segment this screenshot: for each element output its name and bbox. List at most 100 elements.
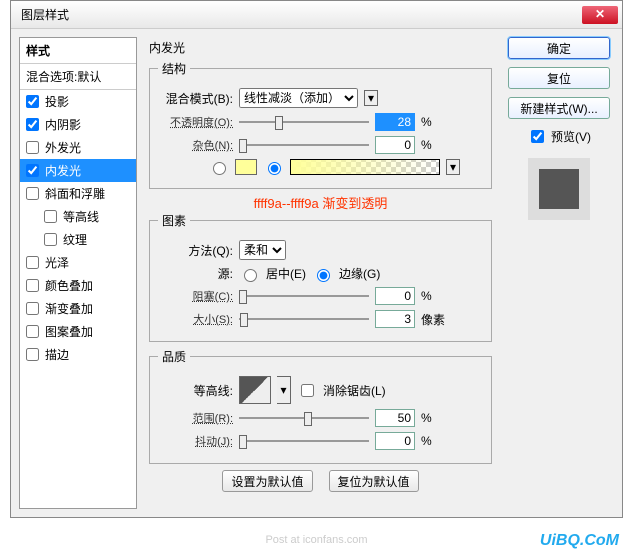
sidebar-item-label: 渐变叠加	[45, 300, 93, 317]
elements-legend: 图素	[158, 212, 190, 229]
source-center-radio[interactable]	[244, 269, 257, 282]
chevron-down-icon[interactable]: ▾	[364, 90, 378, 106]
sidebar-item[interactable]: 纹理	[20, 228, 136, 251]
preview-box	[528, 158, 590, 220]
preview-checkbox[interactable]	[531, 130, 544, 143]
sidebar-item-label: 颜色叠加	[45, 277, 93, 294]
range-input[interactable]	[375, 409, 415, 427]
sidebar-item-label: 外发光	[45, 139, 81, 156]
elements-group: 图素 方法(Q): 柔和 源: 居中(E) 边缘(G) 阻塞(C): %	[149, 212, 492, 342]
source-center-label: 居中(E)	[266, 265, 306, 282]
opacity-input[interactable]	[375, 113, 415, 131]
sidebar-item[interactable]: 内阴影	[20, 113, 136, 136]
sidebar-item-label: 图案叠加	[45, 323, 93, 340]
sidebar-item-label: 纹理	[63, 231, 87, 248]
sidebar-item-label: 描边	[45, 346, 69, 363]
jitter-unit: %	[421, 434, 432, 448]
sidebar-item-checkbox[interactable]	[26, 187, 39, 200]
annotation-text: ffff9a--ffff9a 渐变到透明	[149, 193, 492, 212]
size-input[interactable]	[375, 310, 415, 328]
watermark: UiBQ.CoM	[540, 532, 619, 550]
sidebar-item-checkbox[interactable]	[26, 325, 39, 338]
sidebar-item-label: 内阴影	[45, 116, 81, 133]
structure-group: 结构 混合模式(B): 线性减淡（添加） ▾ 不透明度(O): % 杂色(N):	[149, 60, 492, 189]
sidebar-item-checkbox[interactable]	[26, 256, 39, 269]
reset-default-button[interactable]: 复位为默认值	[329, 470, 419, 492]
range-unit: %	[421, 411, 432, 425]
sidebar-item[interactable]: 颜色叠加	[20, 274, 136, 297]
sidebar-item-label: 光泽	[45, 254, 69, 271]
styles-sidebar: 样式 混合选项:默认 投影内阴影外发光内发光斜面和浮雕等高线纹理光泽颜色叠加渐变…	[19, 37, 137, 509]
sidebar-blend-options[interactable]: 混合选项:默认	[20, 64, 136, 90]
gradient-preview[interactable]	[290, 159, 440, 175]
color-radio[interactable]	[213, 162, 226, 175]
antialias-label: 消除锯齿(L)	[323, 382, 386, 399]
sidebar-item-checkbox[interactable]	[44, 210, 57, 223]
titlebar: 图层样式 ✕	[11, 1, 622, 29]
sidebar-item-label: 投影	[45, 93, 69, 110]
size-unit: 像素	[421, 311, 445, 328]
set-default-button[interactable]: 设置为默认值	[222, 470, 312, 492]
sidebar-item-checkbox[interactable]	[26, 118, 39, 131]
main-panel: 内发光 结构 混合模式(B): 线性减淡（添加） ▾ 不透明度(O): % 杂色…	[145, 37, 496, 509]
sidebar-item-checkbox[interactable]	[26, 164, 39, 177]
source-edge-label: 边缘(G)	[339, 265, 380, 282]
sidebar-item[interactable]: 等高线	[20, 205, 136, 228]
sidebar-item-checkbox[interactable]	[44, 233, 57, 246]
close-button[interactable]: ✕	[582, 6, 618, 24]
method-label: 方法(Q):	[158, 242, 233, 259]
color-swatch[interactable]	[235, 159, 257, 175]
quality-group: 品质 等高线: ▾ 消除锯齿(L) 范围(R): % 抖动(J):	[149, 348, 492, 464]
sidebar-item-label: 内发光	[45, 162, 81, 179]
choke-slider[interactable]	[239, 287, 369, 305]
jitter-input[interactable]	[375, 432, 415, 450]
contour-dropdown-icon[interactable]: ▾	[277, 376, 291, 404]
sidebar-item[interactable]: 图案叠加	[20, 320, 136, 343]
range-slider[interactable]	[239, 409, 369, 427]
source-label: 源:	[158, 265, 233, 282]
cancel-button[interactable]: 复位	[508, 67, 610, 89]
range-label: 范围(R):	[158, 410, 233, 426]
jitter-slider[interactable]	[239, 432, 369, 450]
choke-label: 阻塞(C):	[158, 288, 233, 304]
gradient-dropdown-icon[interactable]: ▾	[446, 159, 460, 175]
choke-unit: %	[421, 289, 432, 303]
size-slider[interactable]	[239, 310, 369, 328]
sidebar-item-label: 等高线	[63, 208, 99, 225]
footer-text: Post at iconfans.com	[265, 534, 367, 546]
sidebar-item[interactable]: 投影	[20, 90, 136, 113]
sidebar-item[interactable]: 斜面和浮雕	[20, 182, 136, 205]
sidebar-item-checkbox[interactable]	[26, 279, 39, 292]
sidebar-item-checkbox[interactable]	[26, 95, 39, 108]
method-select[interactable]: 柔和	[239, 240, 286, 260]
sidebar-item[interactable]: 外发光	[20, 136, 136, 159]
gradient-radio[interactable]	[268, 162, 281, 175]
preview-toggle[interactable]: 预览(V)	[527, 127, 591, 146]
sidebar-header: 样式	[20, 38, 136, 64]
noise-input[interactable]	[375, 136, 415, 154]
sidebar-item[interactable]: 渐变叠加	[20, 297, 136, 320]
opacity-unit: %	[421, 115, 432, 129]
sidebar-item[interactable]: 光泽	[20, 251, 136, 274]
sidebar-item-label: 斜面和浮雕	[45, 185, 105, 202]
noise-label: 杂色(N):	[158, 137, 233, 153]
choke-input[interactable]	[375, 287, 415, 305]
layer-style-dialog: 图层样式 ✕ 样式 混合选项:默认 投影内阴影外发光内发光斜面和浮雕等高线纹理光…	[10, 0, 623, 518]
contour-label: 等高线:	[158, 382, 233, 399]
sidebar-item[interactable]: 描边	[20, 343, 136, 366]
sidebar-item-checkbox[interactable]	[26, 348, 39, 361]
blend-mode-select[interactable]: 线性减淡（添加）	[239, 88, 358, 108]
contour-preview[interactable]	[239, 376, 271, 404]
sidebar-item-checkbox[interactable]	[26, 302, 39, 315]
window-title: 图层样式	[15, 6, 582, 23]
sidebar-item[interactable]: 内发光	[20, 159, 136, 182]
quality-legend: 品质	[158, 348, 190, 365]
source-edge-radio[interactable]	[317, 269, 330, 282]
antialias-checkbox[interactable]	[301, 384, 314, 397]
opacity-slider[interactable]	[239, 113, 369, 131]
sidebar-item-checkbox[interactable]	[26, 141, 39, 154]
ok-button[interactable]: 确定	[508, 37, 610, 59]
noise-slider[interactable]	[239, 136, 369, 154]
right-column: 确定 复位 新建样式(W)... 预览(V)	[504, 37, 614, 509]
new-style-button[interactable]: 新建样式(W)...	[508, 97, 610, 119]
